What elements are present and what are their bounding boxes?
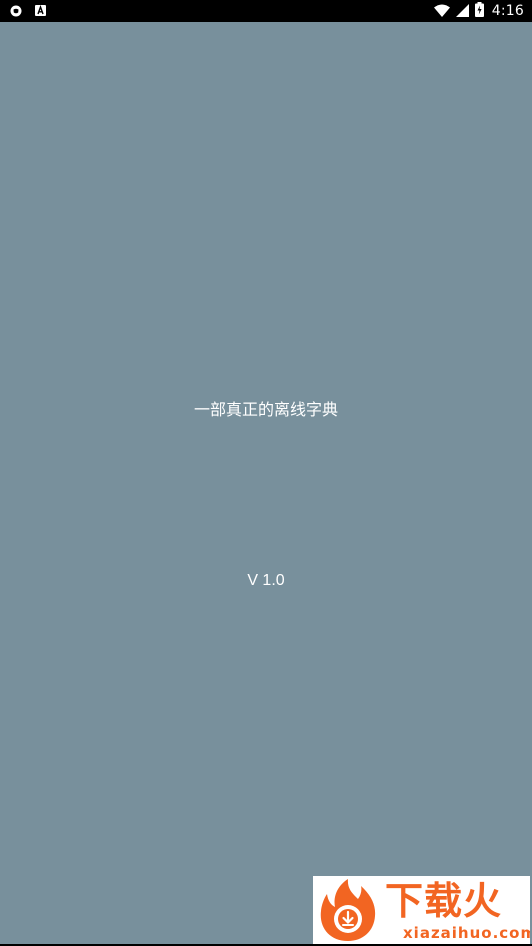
splash-screen: 4:16 一部真正的离线字典 V 1.0 下载火 xiazaihuo.com: [0, 0, 532, 946]
status-time: 4:16: [491, 3, 524, 19]
notification-icons: [9, 4, 47, 17]
app-version: V 1.0: [247, 572, 285, 589]
flame-download-icon: [320, 879, 376, 941]
status-bar: 4:16: [0, 0, 532, 22]
watermark-badge: 下载火 xiazaihuo.com: [313, 876, 530, 944]
wifi-icon: [433, 2, 450, 21]
a-notification-icon: [34, 4, 47, 17]
shield-notification-icon: [9, 4, 22, 17]
cell-signal-icon: [455, 2, 469, 21]
watermark-title: 下载火: [385, 879, 503, 923]
battery-charging-icon: [474, 1, 484, 21]
app-slogan: 一部真正的离线字典: [193, 400, 338, 419]
watermark-domain: xiazaihuo.com: [403, 924, 530, 942]
system-icons: 4:16: [433, 1, 524, 21]
